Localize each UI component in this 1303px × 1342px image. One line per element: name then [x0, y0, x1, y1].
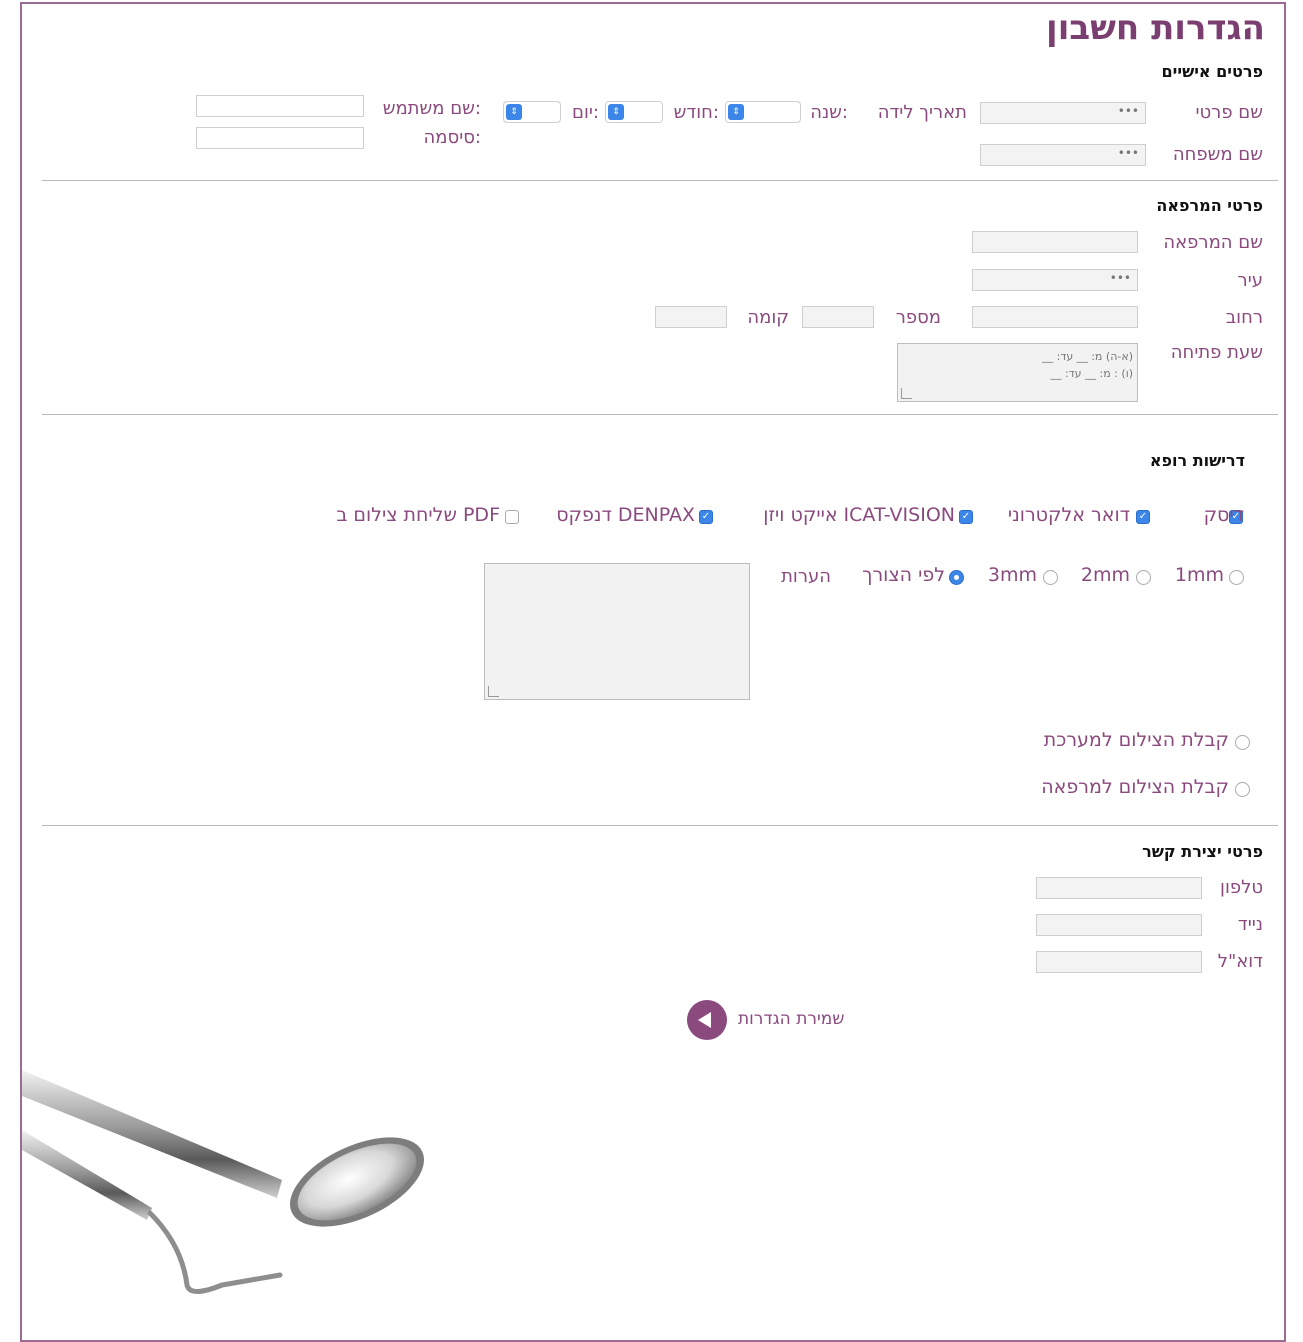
username-label: שם משתמש: — [382, 98, 481, 119]
notes-textarea[interactable] — [484, 563, 750, 700]
pdf-label: שליחת צילום ב PDF — [336, 504, 500, 526]
last-name-label: שם משפחה — [1172, 144, 1263, 165]
probe-handle — [22, 1130, 152, 1220]
birthdate-label: תאריך לידה — [877, 102, 967, 123]
probe-tip — [147, 1210, 283, 1294]
save-settings-label[interactable]: שמירת הגדרות — [738, 1009, 844, 1029]
select-arrow-icon: ⇕ — [608, 104, 624, 120]
mobile-label: נייד — [1237, 914, 1263, 935]
receive-system-radio[interactable] — [1235, 735, 1250, 750]
username-field[interactable] — [196, 95, 364, 117]
slice-as-needed-radio[interactable] — [949, 570, 964, 585]
receive-clinic-label: קבלת הצילום למרפאה — [1041, 776, 1229, 798]
slice-2mm-radio[interactable] — [1136, 570, 1151, 585]
clinic-heading: פרטי המרפאה — [1156, 196, 1263, 215]
dental-tools-illustration — [22, 1070, 425, 1294]
resize-grip-icon[interactable] — [488, 686, 499, 697]
day-select[interactable]: ⇕ — [503, 101, 561, 123]
icat-vision-label: אייקט ויזן ICAT-VISION — [763, 504, 955, 526]
city-field[interactable]: ••• — [972, 269, 1138, 291]
denpax-label: דנפקס DENPAX — [556, 504, 695, 526]
icat-vision-checkbox[interactable]: ✓ — [959, 510, 973, 524]
select-arrow-icon: ⇕ — [506, 104, 522, 120]
disk-label: דיסק — [1203, 504, 1244, 526]
email-label: דוא"ל — [1217, 951, 1263, 972]
floor-field[interactable] — [655, 306, 727, 328]
opening-hours-label: שעת פתיחה — [1170, 342, 1263, 363]
slice-as-needed-label: לפי הצורך — [862, 564, 945, 586]
phone-label: טלפון — [1220, 877, 1263, 898]
phone-field[interactable] — [1036, 877, 1202, 899]
password-label: סיסמה: — [423, 127, 481, 148]
opening-hours-placeholder: (א-ה) מ: __ עד: __ (ו) : מ: __ עד: __ — [1042, 348, 1133, 382]
slice-1mm-label: 1mm — [1174, 564, 1224, 586]
save-arrow-icon[interactable] — [687, 1000, 727, 1040]
city-label: עיר — [1237, 270, 1263, 291]
receive-clinic-radio[interactable] — [1235, 782, 1250, 797]
opening-hours-textarea[interactable]: (א-ה) מ: __ עד: __ (ו) : מ: __ עד: __ — [897, 343, 1138, 402]
day-label: יום: — [572, 102, 599, 123]
street-label: רחוב — [1225, 307, 1263, 328]
month-label: חודש: — [673, 102, 719, 123]
year-label: שנה: — [810, 102, 848, 123]
slice-1mm-radio[interactable] — [1229, 570, 1244, 585]
email-field[interactable] — [1036, 951, 1202, 973]
denpax-checkbox[interactable]: ✓ — [699, 510, 713, 524]
slice-3mm-radio[interactable] — [1043, 570, 1058, 585]
mobile-field[interactable] — [1036, 914, 1202, 936]
hours-placeholder-line: (א-ה) מ: __ עד: __ — [1042, 350, 1133, 363]
first-name-label: שם פרטי — [1195, 102, 1263, 123]
doctor-requirements-heading: דרישות רופא — [1149, 451, 1245, 470]
notes-label: הערות — [781, 566, 831, 587]
year-select[interactable]: ⇕ — [725, 101, 801, 123]
contact-heading: פרטי יצירת קשר — [1142, 842, 1263, 861]
personal-heading: פרטים אישיים — [1161, 62, 1264, 81]
slice-3mm-label: 3mm — [987, 564, 1037, 586]
clinic-name-field[interactable] — [972, 231, 1138, 253]
mirror-handle — [22, 1070, 282, 1198]
divider — [42, 414, 1278, 415]
number-label: מספר — [895, 307, 941, 328]
divider — [42, 180, 1278, 181]
month-select[interactable]: ⇕ — [605, 101, 663, 123]
select-arrow-icon: ⇕ — [728, 104, 744, 120]
slice-2mm-label: 2mm — [1080, 564, 1130, 586]
pdf-checkbox[interactable] — [505, 510, 519, 524]
street-field[interactable] — [972, 306, 1138, 328]
resize-grip-icon[interactable] — [901, 388, 912, 399]
password-field[interactable] — [196, 127, 364, 149]
clinic-name-label: שם המרפאה — [1163, 232, 1263, 253]
first-name-field[interactable]: ••• — [980, 102, 1146, 124]
last-name-field[interactable]: ••• — [980, 144, 1146, 166]
hours-placeholder-line: (ו) : מ: __ עד: __ — [1050, 367, 1133, 380]
floor-label: קומה — [747, 307, 789, 328]
receive-system-label: קבלת הצילום למערכת — [1043, 729, 1229, 751]
page-title: הגדרות חשבון — [1046, 8, 1265, 48]
email-checkbox[interactable]: ✓ — [1136, 510, 1150, 524]
number-field[interactable] — [802, 306, 874, 328]
divider — [42, 825, 1278, 826]
email-option-label: דואר אלקטרוני — [1007, 504, 1130, 526]
